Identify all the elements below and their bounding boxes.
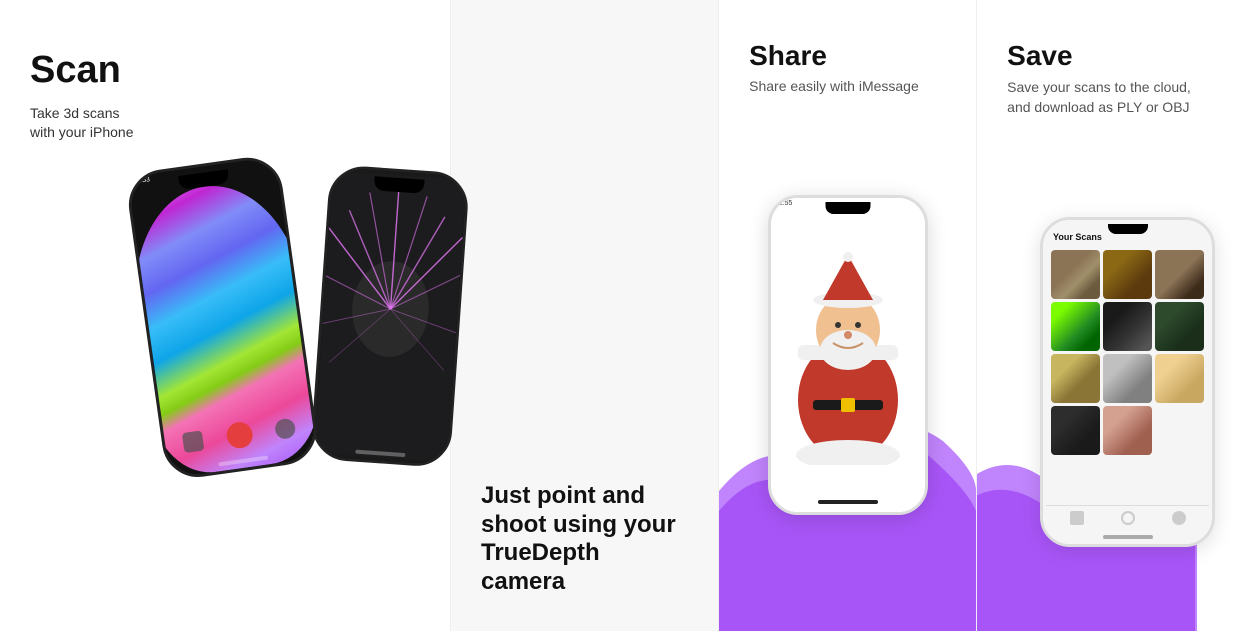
share-home-indicator xyxy=(818,500,878,504)
save-bottom-nav xyxy=(1046,505,1209,530)
share-panel: Share Share easily with iMessage 2:55 xyxy=(719,0,977,631)
scan-thumb-10 xyxy=(1051,406,1100,455)
scan-phones-container: 2:53 xyxy=(155,0,450,631)
scan-title: Scan xyxy=(30,50,135,92)
share-phone-area: 2:55 xyxy=(719,109,976,631)
save-phone-mockup: Your Scans xyxy=(1040,217,1215,547)
nav-profile-icon xyxy=(1172,511,1186,525)
scan-thumb-9 xyxy=(1155,354,1204,403)
scans-grid xyxy=(1051,250,1204,455)
shoot-title: Just point and shoot using your TrueDept… xyxy=(481,482,688,597)
scan-thumb-7 xyxy=(1051,354,1100,403)
scan-thumb-3 xyxy=(1155,250,1204,299)
share-subtitle: Share easily with iMessage xyxy=(749,78,946,94)
share-phone-mockup: 2:55 xyxy=(768,195,928,515)
scan-thumb-2 xyxy=(1103,250,1152,299)
scan-thumb-11 xyxy=(1103,406,1152,455)
record-button[interactable] xyxy=(224,420,253,449)
save-panel: Save Save your scans to the cloud, and d… xyxy=(977,0,1235,631)
save-text-area: Save Save your scans to the cloud, and d… xyxy=(977,0,1235,132)
save-phone-area: Your Scans xyxy=(977,132,1235,631)
nav-circle-icon xyxy=(1121,511,1135,525)
santa-svg xyxy=(783,245,913,465)
scan-thumb-6 xyxy=(1155,302,1204,351)
save-title: Save xyxy=(1007,40,1205,72)
scan-phone-2 xyxy=(310,164,470,468)
share-phone-notch xyxy=(825,202,870,214)
laser-visualization xyxy=(313,167,467,465)
scan-thumb-4 xyxy=(1051,302,1100,351)
share-phone-screen xyxy=(771,198,925,512)
scan-thumb-1 xyxy=(1051,250,1100,299)
save-subtitle: Save your scans to the cloud, and downlo… xyxy=(1007,78,1205,117)
scan-panel: Scan Take 3d scans with your iPhone 2:53 xyxy=(0,0,451,631)
scan-subtitle: Take 3d scans with your iPhone xyxy=(30,104,135,143)
save-phone-notch xyxy=(1108,224,1148,234)
share-phone-time: 2:55 xyxy=(779,200,793,207)
shoot-text-area: Just point and shoot using your TrueDept… xyxy=(481,482,688,601)
scan-thumb-8 xyxy=(1103,354,1152,403)
nav-cards-icon xyxy=(1070,511,1084,525)
save-home-indicator xyxy=(1103,535,1153,539)
shoot-panel: Just point and shoot using your TrueDept… xyxy=(451,0,719,631)
camera-icon xyxy=(182,430,205,453)
scan-text-area: Scan Take 3d scans with your iPhone xyxy=(0,0,155,631)
scan-thumb-5 xyxy=(1103,302,1152,351)
share-text-area: Share Share easily with iMessage xyxy=(719,0,976,109)
laser-lines-svg xyxy=(313,167,467,465)
share-title: Share xyxy=(749,40,946,72)
save-phone-screen: Your Scans xyxy=(1043,220,1212,544)
profile-icon xyxy=(274,417,297,440)
